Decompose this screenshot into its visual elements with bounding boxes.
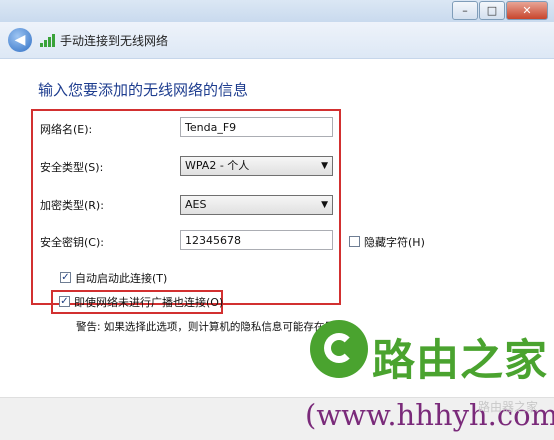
navigation-bar: ◀ 手动连接到无线网络	[0, 22, 554, 59]
security-type-label: 安全类型(S):	[40, 161, 104, 174]
minimize-button[interactable]: –	[452, 1, 478, 20]
page-heading: 输入您要添加的无线网络的信息	[38, 81, 249, 99]
dropdown-arrow-icon: ▼	[321, 200, 328, 210]
close-button[interactable]: ✕	[506, 1, 548, 20]
connect-hidden-label: 即使网络未进行广播也连接(O)	[74, 296, 224, 309]
security-type-value: WPA2 - 个人	[185, 159, 250, 172]
security-type-select[interactable]: WPA2 - 个人 ▼	[180, 156, 333, 176]
wizard-title: 手动连接到无线网络	[60, 34, 169, 48]
security-key-label: 安全密钥(C):	[40, 236, 104, 249]
connect-hidden-checkbox[interactable]: ✓	[59, 296, 70, 307]
network-name-label: 网络名(E):	[40, 123, 93, 136]
hide-characters-checkbox[interactable]	[349, 236, 360, 247]
watermark-faint-text: 路由器之家	[478, 400, 539, 414]
back-arrow-icon[interactable]: ◀	[8, 28, 32, 52]
dropdown-arrow-icon: ▼	[321, 161, 328, 171]
encryption-type-value: AES	[185, 198, 207, 211]
security-key-field[interactable]: 12345678	[180, 230, 333, 250]
encryption-type-select[interactable]: AES ▼	[180, 195, 333, 215]
hide-characters-label: 隐藏字符(H)	[364, 236, 425, 249]
window-controls: – □ ✕	[452, 1, 548, 20]
title-bar: – □ ✕	[0, 0, 554, 23]
encryption-type-label: 加密类型(R):	[40, 199, 104, 212]
auto-connect-label: 自动启动此连接(T)	[75, 272, 168, 285]
wireless-network-icon	[40, 33, 56, 47]
auto-connect-checkbox[interactable]: ✓	[60, 272, 71, 283]
network-name-field[interactable]: Tenda_F9	[180, 117, 333, 137]
watermark-logo-icon	[310, 320, 368, 378]
watermark-brand: 路由之家	[372, 336, 548, 386]
maximize-button[interactable]: □	[479, 1, 505, 20]
privacy-warning: 警告: 如果选择此选项，则计算机的隐私信息可能存在风险。	[76, 321, 356, 333]
